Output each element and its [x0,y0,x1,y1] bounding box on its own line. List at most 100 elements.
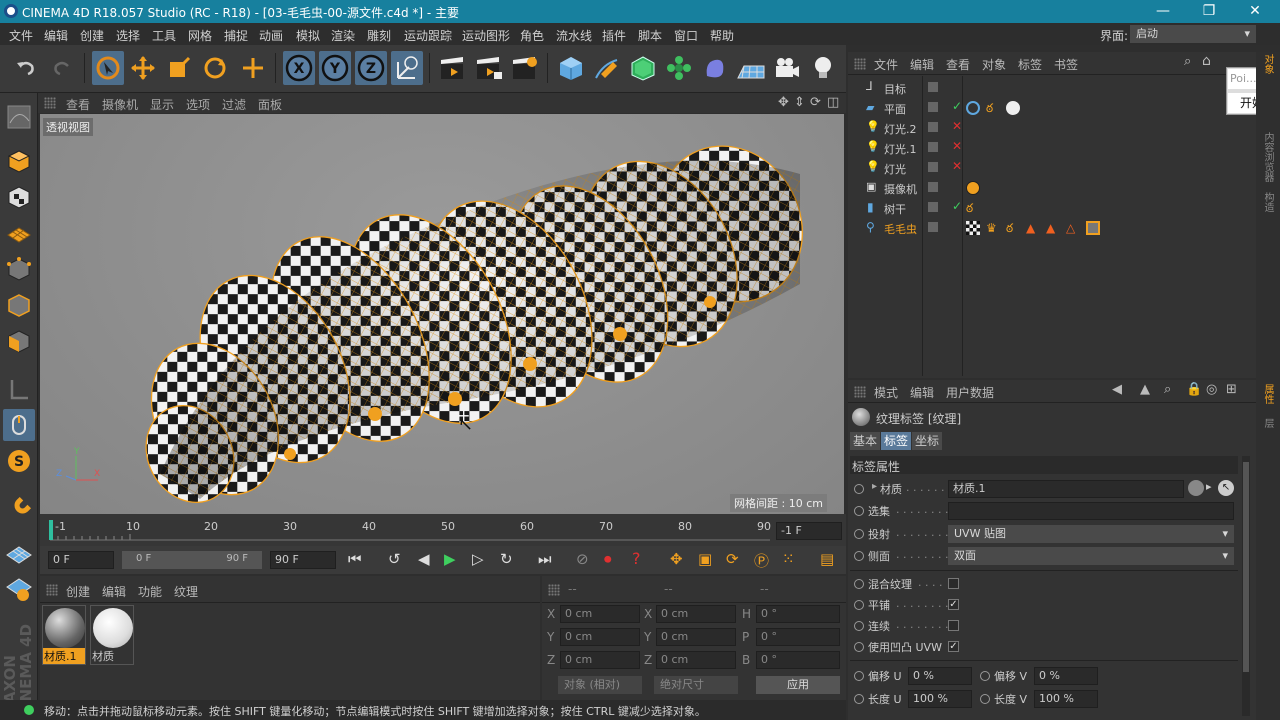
render-settings-icon[interactable] [509,51,541,85]
material-swatch[interactable]: 材质 [90,605,134,665]
menu-select[interactable]: 选择 [116,27,140,44]
live-select-icon[interactable] [92,51,124,85]
viewport-menu-panel[interactable]: 面板 [258,96,282,113]
menu-simulate[interactable]: 模拟 [296,27,320,44]
viewport-pan-icon[interactable]: ✥ [778,95,789,110]
polygons-mode-icon[interactable] [3,325,35,357]
selection-field[interactable] [948,502,1234,520]
tab-coordinates[interactable]: 坐标 [912,432,942,450]
menu-motion-tracking[interactable]: 运动跟踪 [404,27,452,44]
object-row[interactable]: ⅃ 目标 [848,78,1256,98]
length-u-field[interactable]: 100 % [908,690,972,708]
timeline[interactable]: -1 10 20 30 40 50 60 70 80 90 -1 F [40,514,846,546]
object-menu-objects[interactable]: 对象 [982,56,1006,73]
object-row[interactable]: ⚲ 毛毛虫 ♛ ఠ ▲ ▲ △ [848,218,1256,238]
subdivision-icon[interactable] [627,51,659,85]
move-icon[interactable] [127,51,159,85]
attribute-menu-edit[interactable]: 编辑 [910,384,934,401]
material-menu-create[interactable]: 创建 [66,583,90,600]
side-tab-content-browser[interactable]: 内容浏览器 [1260,132,1275,182]
keyframe-radio-icon[interactable] [854,579,864,589]
material-menu-edit[interactable]: 编辑 [102,583,126,600]
floor-icon[interactable] [735,51,767,85]
link-arrow-icon[interactable]: ▸ [1206,480,1212,493]
layer-icon[interactable] [928,102,938,112]
key-parameter-icon[interactable]: Ⓟ [754,550,769,571]
workplane-icon[interactable] [3,217,35,249]
keyframe-selection-icon[interactable]: ? [632,549,641,568]
caterpillar-model[interactable] [40,114,844,514]
home-icon[interactable]: ⌂ [1202,53,1211,69]
cloner-icon[interactable] [663,51,695,85]
y-axis-icon[interactable]: Y [319,51,351,85]
disabled-x-icon[interactable]: ✕ [952,119,962,133]
keyframe-radio-icon[interactable] [854,600,864,610]
next-key-icon[interactable]: ↻ [500,550,513,568]
check-icon[interactable]: ✓ [952,199,962,213]
viewport-rotate-icon[interactable]: ⟳ [810,95,821,110]
target-tag-icon[interactable] [966,101,980,115]
coordinate-system-icon[interactable] [391,51,423,85]
settings-icon[interactable]: ◎ [1206,382,1217,397]
rotate-icon[interactable] [199,51,231,85]
side-tab-structure[interactable]: 构造 [1260,192,1275,212]
perspective-viewport[interactable]: 透视视图 Y X Z ↖ + 网格间距: 10 cm [40,114,844,514]
material-tag-icon[interactable]: ఠ [986,101,1000,115]
object-row[interactable]: ▮ 树干 ✓ ఠ [848,198,1256,218]
timeline-window-icon[interactable]: ▤ [820,550,834,568]
keyframe-radio-icon[interactable] [854,529,864,539]
rotation-b-field[interactable]: 0 ° [756,651,840,669]
current-frame-field[interactable]: -1 F [776,522,842,540]
close-icon[interactable]: ✕ [1232,0,1278,23]
layer-icon[interactable] [928,142,938,152]
lock-icon[interactable]: 🔒 [1186,382,1202,397]
rotation-p-field[interactable]: 0 ° [756,628,840,646]
side-tab-objects[interactable]: 对象 [1260,54,1275,74]
menu-character[interactable]: 角色 [520,27,544,44]
search-icon[interactable]: ⌕ [1164,382,1171,397]
undo-icon[interactable] [10,51,42,85]
pose-tag-icon[interactable]: △ [1066,221,1080,235]
previous-frame-icon[interactable]: ◀ [418,550,430,568]
keyframe-radio-icon[interactable] [854,642,864,652]
menu-snap[interactable]: 捕捉 [224,27,248,44]
edges-mode-icon[interactable] [3,289,35,321]
menu-create[interactable]: 创建 [80,27,104,44]
points-mode-icon[interactable] [3,253,35,285]
pick-icon[interactable]: ↖ [1218,480,1234,496]
render-view-icon[interactable] [437,51,469,85]
object-menu-file[interactable]: 文件 [874,56,898,73]
apply-button[interactable]: 应用 [756,676,840,694]
side-tab-attributes[interactable]: 属性 [1260,384,1275,404]
up-arrow-icon[interactable]: ▲ [1140,382,1150,397]
attribute-menu-user-data[interactable]: 用户数据 [946,384,994,401]
tab-basic[interactable]: 基本 [850,432,880,450]
bump-uvw-checkbox[interactable]: ✓ [948,641,959,652]
phong-tag-icon[interactable]: ఠ [966,201,980,215]
menu-file[interactable]: 文件 [9,27,33,44]
previous-key-icon[interactable]: ↺ [388,550,401,568]
position-z-field[interactable]: 0 cm [560,651,640,669]
object-menu-view[interactable]: 查看 [946,56,970,73]
menu-sculpt[interactable]: 雕刻 [367,27,391,44]
menu-mesh[interactable]: 网格 [188,27,212,44]
object-menu-edit[interactable]: 编辑 [910,56,934,73]
object-row[interactable]: ▣ 摄像机 [848,178,1256,198]
keyframe-radio-icon[interactable] [854,621,864,631]
viewport-menu-options[interactable]: 选项 [186,96,210,113]
material-swatch[interactable]: 材质.1 [42,605,86,665]
key-scale-icon[interactable]: ▣ [698,550,712,568]
protection-tag-icon[interactable] [966,181,980,195]
back-arrow-icon[interactable]: ◀ [1112,382,1122,397]
layer-icon[interactable] [928,82,938,92]
make-editable-icon[interactable] [3,101,35,133]
workplane-grid-icon[interactable] [3,539,35,571]
material-link-field[interactable]: 材质.1 [948,480,1184,498]
keyframe-radio-icon[interactable] [854,506,864,516]
disabled-x-icon[interactable]: ✕ [952,139,962,153]
keyframe-radio-icon[interactable] [854,694,864,704]
camera-icon[interactable] [771,51,803,85]
z-axis-icon[interactable]: Z [355,51,387,85]
deformer-icon[interactable] [699,51,731,85]
object-row[interactable]: 💡 灯光.1 ✕ [848,138,1256,158]
